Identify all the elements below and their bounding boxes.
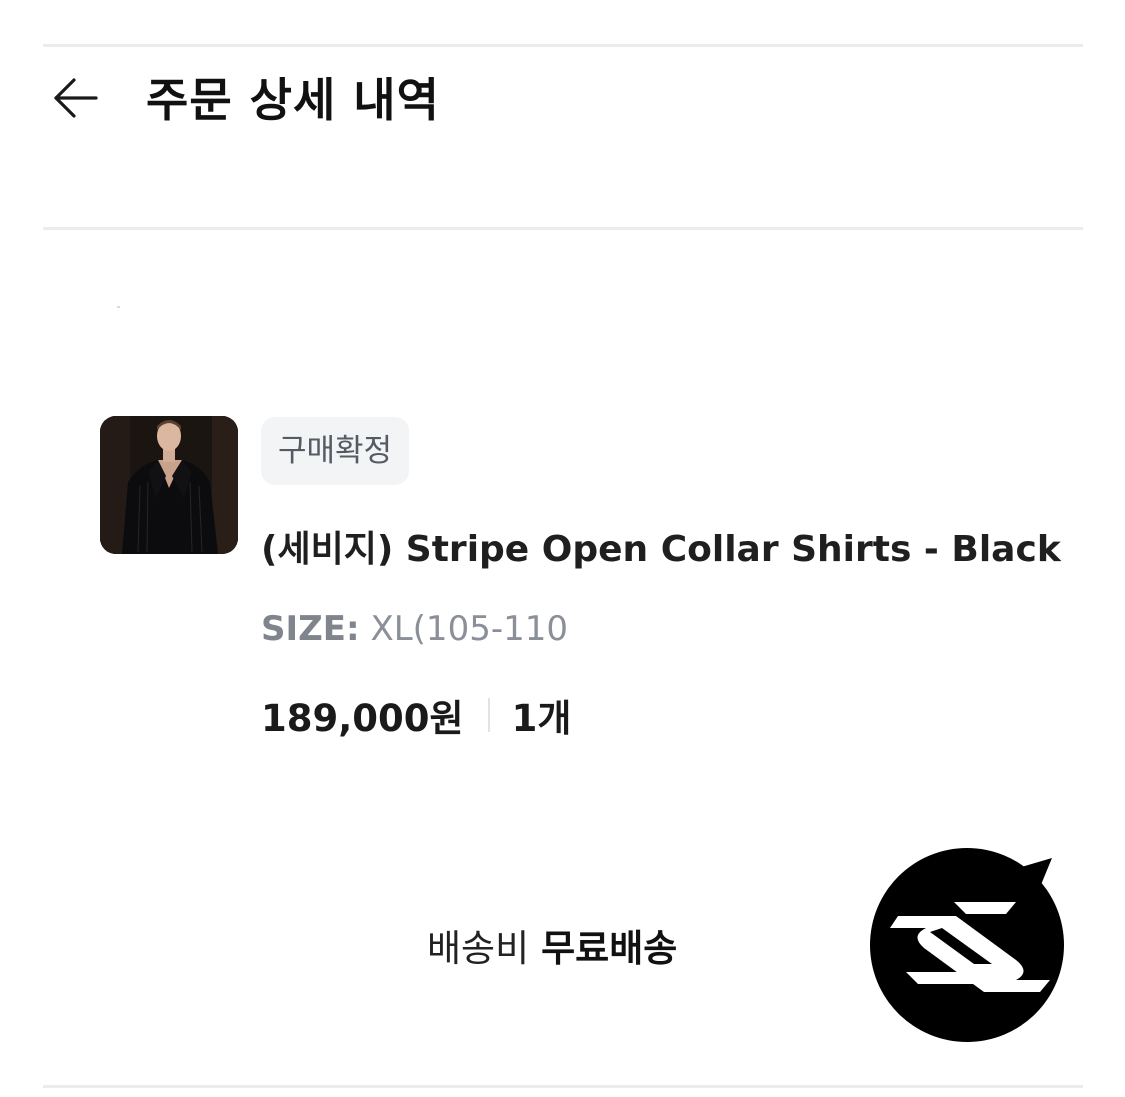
item-quantity: 1개 — [511, 697, 572, 740]
price-quantity-row: 189,000원 1개 — [261, 692, 571, 740]
brand-logo-icon — [870, 848, 1064, 1042]
product-photo — [100, 416, 238, 554]
header-divider — [43, 227, 1083, 230]
shipping-fee-row: 배송비 무료배송 — [427, 920, 677, 970]
arrow-left-icon — [54, 78, 98, 118]
top-divider — [43, 44, 1083, 47]
order-item: 구매확정 (세비지) Stripe Open Collar Shirts - B… — [100, 416, 1061, 746]
bottom-divider — [43, 1085, 1083, 1088]
product-name[interactable]: (세비지) Stripe Open Collar Shirts - Black — [261, 520, 1061, 572]
decorative-dot — [117, 306, 120, 308]
brand-logo — [866, 842, 1072, 1048]
page-title: 주문 상세 내역 — [146, 73, 440, 127]
product-thumbnail[interactable] — [100, 416, 238, 554]
order-status-badge: 구매확정 — [261, 417, 410, 485]
shipping-fee-value: 무료배송 — [541, 927, 678, 970]
shipping-fee-label: 배송비 — [427, 927, 530, 970]
option-label: SIZE: — [261, 609, 360, 649]
option-value: XL(105-110 — [370, 609, 568, 649]
item-price: 189,000원 — [261, 697, 464, 740]
price-quantity-separator — [487, 698, 490, 732]
product-option: SIZE: XL(105-110 — [261, 609, 568, 649]
back-button[interactable] — [50, 72, 102, 124]
